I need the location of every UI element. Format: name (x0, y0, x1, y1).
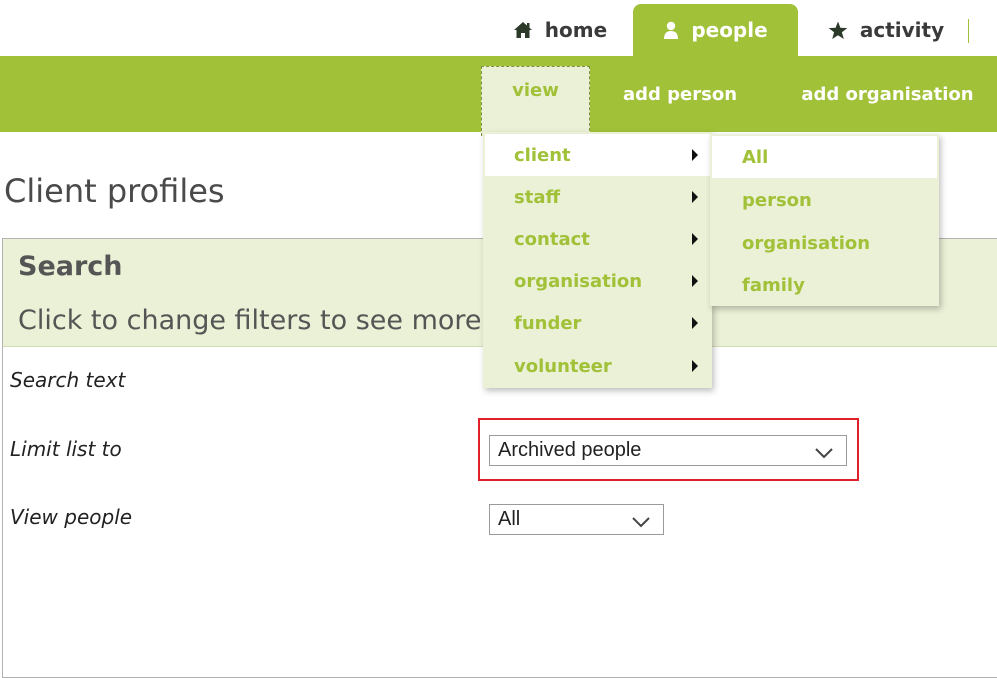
menu-item-label: contact (514, 228, 590, 250)
chevron-down-icon (814, 443, 834, 466)
menu-item-label: volunteer (514, 355, 612, 377)
limit-list-label: Limit list to (10, 437, 122, 461)
limit-list-value: Archived people (498, 439, 642, 461)
menu-item-label: organisation (514, 270, 643, 292)
add-person-link[interactable]: add person (610, 56, 750, 132)
caret-right-icon (692, 360, 698, 372)
submenu-item-all[interactable]: All (712, 136, 937, 178)
menu-item-label: staff (514, 186, 561, 208)
view-people-value: All (498, 508, 521, 530)
view-people-label: View people (10, 505, 133, 529)
submenu-item-person[interactable]: person (712, 179, 937, 221)
top-tab-bar: home people activity (0, 0, 997, 56)
caret-right-icon (692, 317, 698, 329)
tab-activity-label: activity (859, 18, 945, 42)
tab-people-label: people (691, 18, 768, 42)
tab-home[interactable]: home (500, 4, 620, 56)
menu-item-volunteer[interactable]: volunteer (485, 345, 710, 387)
tab-activity[interactable]: activity (812, 4, 960, 56)
search-filter-hint[interactable]: Click to change filters to see more... (18, 305, 507, 336)
page-title: Client profiles (4, 172, 225, 210)
caret-right-icon (692, 191, 698, 203)
caret-right-icon (692, 149, 698, 161)
tab-home-label: home (544, 18, 608, 42)
client-submenu: All person organisation family (710, 134, 939, 306)
search-text-label: Search text (10, 368, 126, 392)
menu-item-funder[interactable]: funder (485, 302, 710, 344)
home-icon (513, 21, 533, 39)
limit-list-select[interactable]: Archived people (489, 435, 847, 466)
tab-divider (968, 19, 969, 43)
view-menu-button[interactable]: view (481, 66, 590, 136)
view-people-select[interactable]: All (489, 504, 664, 535)
tab-people[interactable]: people (633, 4, 798, 56)
caret-right-icon (692, 233, 698, 245)
menu-item-organisation[interactable]: organisation (485, 260, 710, 302)
person-icon (663, 21, 679, 40)
chevron-down-icon (631, 512, 651, 535)
view-dropdown-menu: client staff contact organisation funder… (483, 132, 712, 388)
menu-item-label: client (514, 144, 571, 166)
caret-right-icon (692, 275, 698, 287)
add-organisation-link[interactable]: add organisation (790, 56, 985, 132)
menu-item-label: funder (514, 312, 582, 334)
menu-item-staff[interactable]: staff (485, 176, 710, 218)
search-title: Search (18, 251, 123, 282)
submenu-item-family[interactable]: family (712, 264, 937, 306)
star-icon (828, 21, 848, 40)
menu-item-client[interactable]: client (485, 134, 710, 176)
menu-item-contact[interactable]: contact (485, 218, 710, 260)
submenu-item-organisation[interactable]: organisation (712, 222, 937, 264)
